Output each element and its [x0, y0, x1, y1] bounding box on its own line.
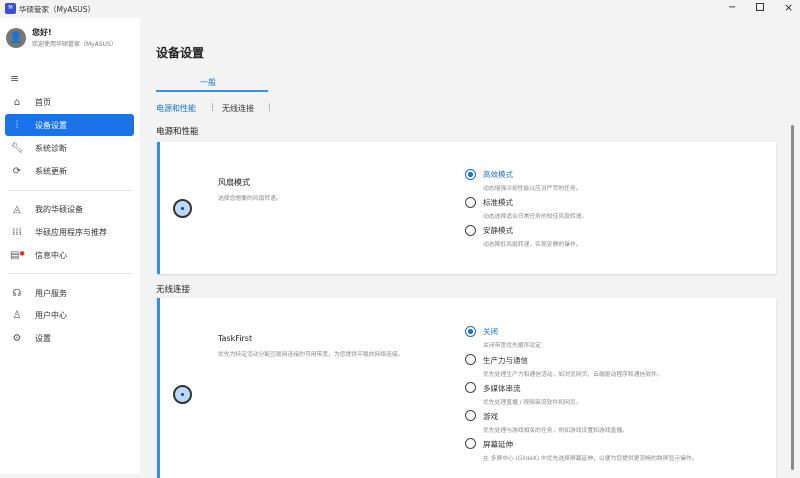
option-label: 关闭 [483, 327, 498, 336]
sidebar-item-device-settings[interactable]: ⫶ 设备设置 [5, 114, 134, 136]
sidebar-item-my-devices[interactable]: ◬ 我的华硕设备 [5, 198, 134, 220]
option-desc: 优先处理生产力和通信活动，如浏览网页、云端驱动程序和通信软件。 [483, 372, 663, 378]
section-heading-wireless: 无线连接 [156, 285, 191, 295]
radio-screen-extend[interactable] [465, 438, 476, 449]
sidebar-item-label: 用户中心 [35, 310, 67, 320]
hamburger-menu-icon[interactable]: ≡ [10, 72, 19, 85]
option-desc: 优先处理与游戏相关的任务，例如游戏设置和游戏直播。 [483, 428, 628, 434]
option-label: 生产力与通信 [483, 356, 528, 365]
option-label: 游戏 [483, 412, 498, 421]
section-heading-power: 电源和性能 [156, 127, 199, 137]
user-icon: ♙ [12, 309, 22, 321]
sidebar-item-customer-service[interactable]: ☊ 用户服务 [5, 282, 134, 304]
option-desc: 动态增强冷却性能以应对严苛的任务。 [483, 186, 582, 192]
divider [8, 190, 132, 191]
device-icon: ◬ [13, 203, 21, 215]
option-label: 屏幕延伸 [483, 440, 513, 449]
option-label: 多媒体串流 [483, 384, 521, 393]
sidebar-item-apps[interactable]: ⁞⁞⁞ 华硕应用程序与推荐 [5, 221, 134, 243]
radio-off[interactable] [465, 326, 476, 337]
sliders-icon: ⫶ [15, 119, 19, 131]
maximize-button[interactable] [756, 3, 764, 11]
minimize-button[interactable]: − [728, 2, 736, 13]
window-title: 华硕管家（MyASUS） [19, 5, 96, 14]
card-title: 风扇模式 [218, 178, 250, 187]
page-title: 设备设置 [156, 46, 205, 60]
taskfirst-icon [173, 385, 192, 404]
radio-high-performance[interactable] [465, 169, 476, 180]
option-label: 标准模式 [483, 198, 513, 207]
fan-icon [173, 199, 192, 218]
radio-quiet[interactable] [465, 225, 476, 236]
welcome-text: 欢迎使用华硕管家（MyASUS） [32, 41, 117, 48]
fan-mode-card: 风扇模式 选择您想要的风扇转速。 [157, 142, 776, 274]
sidebar-item-label: 系统更新 [35, 166, 67, 176]
headset-icon: ☊ [12, 287, 22, 299]
radio-gaming[interactable] [465, 410, 476, 421]
sidebar-item-messages[interactable]: ▤● 信息中心 [5, 244, 134, 266]
card-desc: 优先为特定活动分配互联网连接的可用带宽，为您提供平稳的网络连接。 [218, 352, 404, 358]
divider [8, 273, 132, 274]
avatar[interactable]: 👤 [6, 28, 26, 48]
option-label: 高效模式 [483, 170, 513, 179]
option-desc: 动态选择适合日常任务的较佳风扇转速。 [483, 214, 588, 220]
radio-standard[interactable] [465, 197, 476, 208]
tab-underline [156, 90, 268, 92]
subtab-separator: | [268, 102, 271, 111]
radio-streaming[interactable] [465, 382, 476, 393]
sidebar-item-label: 信息中心 [35, 250, 67, 260]
option-desc: 关闭带宽优先顺序设定 [483, 343, 541, 349]
option-desc: 动态降低风扇转速，实现安静的操作。 [483, 242, 582, 248]
wrench-icon: 🔧︎ [10, 142, 24, 154]
sidebar-item-label: 设备设置 [35, 120, 67, 130]
message-icon: ▤● [10, 249, 25, 261]
greeting: 您好! [32, 28, 52, 37]
title-bar: M 华硕管家（MyASUS） − × [0, 0, 800, 18]
sidebar-item-label: 首页 [35, 97, 51, 107]
sidebar-item-user-center[interactable]: ♙ 用户中心 [5, 304, 134, 326]
close-button[interactable]: × [784, 1, 793, 14]
update-icon: ⟳ [12, 165, 22, 177]
subtab-power[interactable]: 电源和性能 [156, 103, 196, 114]
sidebar-item-label: 系统诊断 [35, 143, 67, 153]
sidebar-item-label: 华硕应用程序与推荐 [35, 227, 107, 237]
sidebar-item-home[interactable]: ⌂ 首页 [5, 91, 134, 113]
sidebar-item-label: 用户服务 [35, 288, 67, 298]
option-label: 安静模式 [483, 226, 513, 235]
apps-grid-icon: ⁞⁞⁞ [12, 226, 22, 238]
sidebar-item-system-update[interactable]: ⟳ 系统更新 [5, 160, 134, 182]
app-logo: M [5, 3, 16, 14]
sidebar-item-settings[interactable]: ⚙ 设置 [5, 327, 134, 349]
option-desc: 优先处理直播 / 视频串流软件和网页。 [483, 400, 582, 406]
sidebar-item-label: 设置 [35, 333, 51, 343]
gear-icon: ⚙ [12, 332, 22, 344]
sidebar-item-label: 我的华硕设备 [35, 204, 83, 214]
option-desc: 在 多屏中心 (GlideX) 中优先选择屏幕延伸，以便为您提供更流畅的跨屏显示… [483, 456, 698, 462]
subtab-separator: | [211, 102, 214, 111]
tab-general[interactable]: 一般 [200, 77, 216, 88]
sidebar-item-diagnostics[interactable]: 🔧︎ 系统诊断 [5, 137, 134, 159]
card-title: TaskFirst [218, 334, 253, 343]
card-desc: 选择您想要的风扇转速。 [218, 196, 282, 202]
radio-productivity[interactable] [465, 354, 476, 365]
scrollbar[interactable] [791, 125, 794, 470]
subtab-wireless[interactable]: 无线连接 [222, 103, 254, 114]
home-icon: ⌂ [13, 96, 21, 108]
